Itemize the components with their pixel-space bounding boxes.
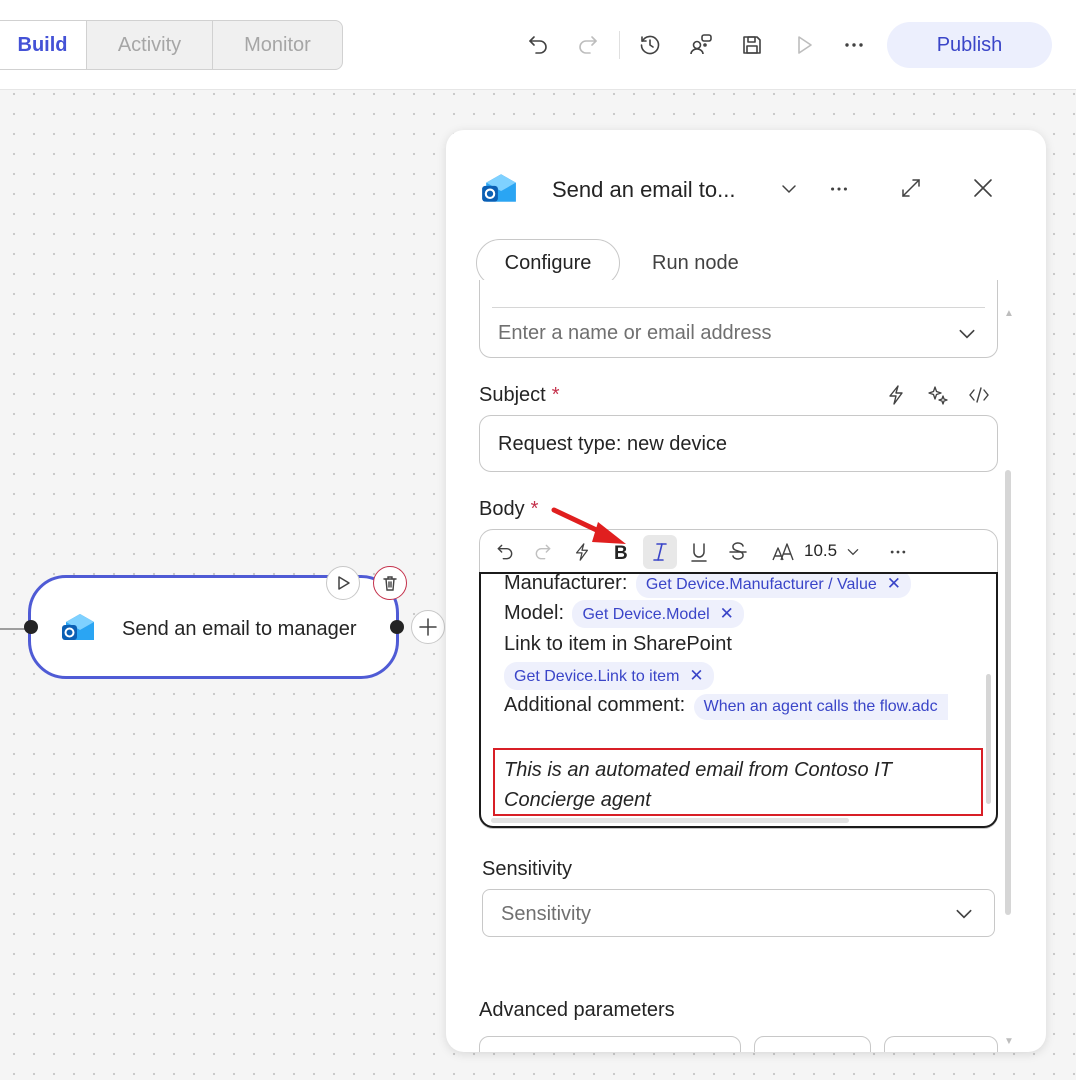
advanced-clear-all-button[interactable] (884, 1036, 998, 1052)
dynamic-content-icon[interactable] (883, 382, 909, 408)
sensitivity-placeholder: Sensitivity (501, 903, 592, 925)
token-manufacturer[interactable]: Get Device.Manufacturer / Value ✕ (635, 574, 912, 598)
italic-icon[interactable] (643, 535, 677, 569)
body-required-mark: * (530, 498, 539, 520)
view-tabs: Build Activity Monitor (0, 20, 343, 70)
strikethrough-icon[interactable] (725, 539, 751, 565)
model-line: Model: Get Device.Model ✕ (504, 600, 744, 628)
subject-value: Request type: new device (498, 433, 728, 455)
run-node-button[interactable] (326, 566, 360, 600)
properties-panel: Send an email to... Configure Run node E… (446, 130, 1046, 1052)
underline-icon[interactable] (686, 539, 712, 565)
history-icon[interactable] (632, 27, 668, 63)
token-manufacturer-text: Get Device.Manufacturer / Value (645, 576, 877, 593)
tab-activity[interactable]: Activity (87, 21, 213, 69)
subject-required-mark: * (551, 384, 560, 406)
node-input-handle[interactable] (24, 620, 38, 634)
subject-label-text: Subject (479, 384, 546, 406)
manufacturer-line: Manufacturer: Get Device.Manufacturer / … (504, 572, 912, 598)
sensitivity-dropdown[interactable]: Sensitivity (482, 889, 995, 937)
sensitivity-label: Sensitivity (482, 858, 573, 880)
token-model[interactable]: Get Device.Model ✕ (572, 600, 744, 628)
token-comment[interactable]: When an agent calls the flow.adc (693, 694, 948, 720)
editor-more-icon[interactable] (884, 539, 912, 565)
body-content-area[interactable]: Manufacturer: Get Device.Manufacturer / … (479, 572, 998, 828)
connections-icon[interactable] (683, 27, 719, 63)
scroll-down-arrow-icon[interactable]: ▼ (1004, 1036, 1014, 1047)
advanced-parameters-label: Advanced parameters (479, 999, 675, 1021)
to-dropdown-chevron-icon[interactable] (952, 320, 982, 348)
to-placeholder: Enter a name or email address (498, 322, 772, 344)
node-title: Send an email to manager (122, 618, 357, 640)
manufacturer-label: Manufacturer: (504, 572, 628, 594)
subject-label: Subject * (479, 384, 560, 407)
panel-title: Send an email to... (552, 177, 736, 202)
toolbar-divider (619, 31, 620, 59)
advanced-show-all-button[interactable] (754, 1036, 871, 1052)
to-field-divider (492, 307, 985, 308)
font-size-value[interactable]: 10.5 (804, 541, 837, 561)
chevron-down-icon[interactable] (774, 174, 804, 204)
redo-icon[interactable] (570, 27, 606, 63)
panel-scrollbar[interactable] (1005, 470, 1011, 915)
scroll-up-arrow-icon[interactable]: ▲ (1004, 308, 1014, 319)
sensitivity-chevron-icon[interactable] (949, 900, 979, 928)
undo-icon[interactable] (520, 27, 556, 63)
editor-undo-icon[interactable] (492, 539, 518, 565)
signature-line-1: This is an automated email from Contoso … (504, 759, 892, 781)
more-icon[interactable] (836, 27, 872, 63)
comment-label: Additional comment: (504, 694, 686, 716)
tab-run-node[interactable]: Run node (652, 252, 739, 275)
outlook-icon (60, 610, 98, 651)
token-link[interactable]: Get Device.Link to item ✕ (504, 662, 714, 690)
token-comment-text: When an agent calls the flow.adc (703, 698, 938, 715)
signature-line-2: Concierge agent (504, 789, 651, 811)
top-bar: Build Activity Monitor Publish (0, 0, 1076, 90)
advanced-parameters-select[interactable] (479, 1036, 741, 1052)
save-icon[interactable] (734, 27, 770, 63)
token-remove-icon[interactable]: ✕ (720, 604, 734, 623)
code-view-icon[interactable] (966, 382, 992, 408)
model-label: Model: (504, 602, 565, 624)
tab-monitor[interactable]: Monitor (213, 21, 342, 69)
signature-text: This is an automated email from Contoso … (504, 755, 892, 815)
annotation-arrow (550, 502, 630, 557)
to-field[interactable]: Enter a name or email address (479, 280, 998, 358)
token-model-text: Get Device.Model (582, 606, 710, 623)
node-output-handle[interactable] (390, 620, 404, 634)
outlook-app-icon (480, 170, 520, 213)
publish-button[interactable]: Publish (887, 22, 1052, 68)
subject-input[interactable]: Request type: new device (479, 415, 998, 472)
delete-node-button[interactable] (373, 566, 407, 600)
expand-icon[interactable] (896, 173, 926, 203)
link-label: Link to item in SharePoint (504, 633, 732, 655)
body-label: Body * (479, 498, 538, 521)
token-remove-icon[interactable]: ✕ (689, 666, 703, 685)
font-size-chevron-icon[interactable] (844, 543, 862, 561)
tab-build[interactable]: Build (0, 21, 87, 69)
editor-hscrollbar[interactable] (491, 818, 849, 823)
close-icon[interactable] (968, 173, 998, 203)
body-label-text: Body (479, 498, 525, 520)
token-remove-icon[interactable]: ✕ (887, 574, 901, 593)
comment-line: Additional comment: When an agent calls … (504, 694, 948, 720)
font-size-icon[interactable] (770, 539, 798, 565)
play-icon[interactable] (786, 27, 822, 63)
token-link-text: Get Device.Link to item (514, 668, 680, 685)
link-line: Get Device.Link to item ✕ (504, 662, 714, 690)
editor-scrollbar[interactable] (986, 674, 991, 804)
panel-more-icon[interactable] (824, 174, 854, 204)
add-step-button[interactable] (411, 610, 445, 644)
sparkle-icon[interactable] (925, 382, 951, 408)
